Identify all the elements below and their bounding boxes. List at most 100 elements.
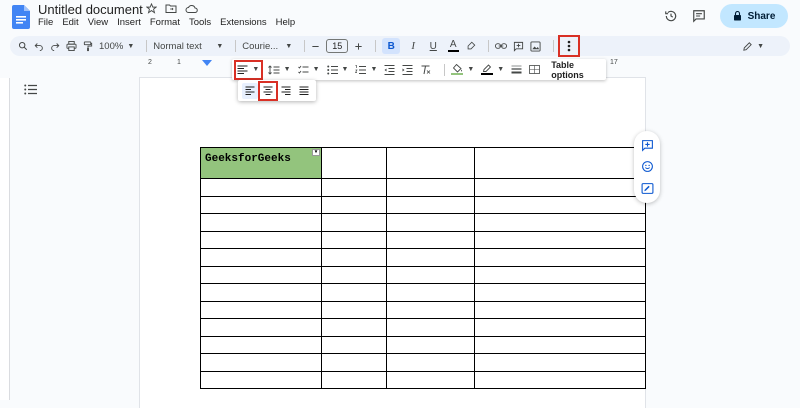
underline-button[interactable]: U — [426, 37, 440, 55]
table-cell[interactable] — [200, 213, 322, 232]
menu-format[interactable]: Format — [150, 17, 186, 28]
share-button[interactable]: Share — [720, 4, 788, 28]
align-center-option[interactable] — [258, 80, 278, 101]
table-cell[interactable] — [386, 248, 475, 267]
table-cell[interactable] — [474, 283, 646, 302]
table-cell[interactable] — [386, 178, 475, 197]
line-spacing-icon[interactable]: ▼ — [267, 62, 291, 78]
table-cell[interactable] — [474, 318, 646, 337]
cloud-status-icon[interactable] — [185, 3, 198, 14]
document-table[interactable]: GeeksforGeeks ▾ — [200, 147, 646, 389]
indent-marker-icon[interactable] — [202, 60, 212, 66]
docs-logo-icon[interactable] — [12, 5, 30, 29]
table-cell[interactable] — [321, 213, 387, 232]
search-menus-icon[interactable] — [18, 37, 28, 55]
table-cell[interactable] — [386, 353, 475, 372]
align-left-option[interactable] — [242, 82, 258, 99]
table-cell[interactable] — [200, 195, 322, 214]
table-cell[interactable] — [386, 283, 475, 302]
highlight-color-icon[interactable] — [466, 37, 476, 55]
table-cell[interactable] — [474, 300, 646, 319]
table-cell[interactable] — [474, 335, 646, 354]
bulleted-list-icon[interactable]: ▼ — [326, 62, 348, 78]
table-cell[interactable] — [200, 370, 322, 389]
table-cell[interactable] — [474, 213, 646, 232]
menu-edit[interactable]: Edit — [62, 17, 84, 28]
add-comment-icon[interactable] — [513, 37, 524, 55]
menu-tools[interactable]: Tools — [189, 17, 217, 28]
table-cell[interactable] — [474, 195, 646, 214]
more-options-icon[interactable] — [558, 35, 581, 57]
table-cell[interactable] — [386, 265, 475, 284]
table-cell[interactable] — [200, 335, 322, 354]
decrease-font-size-icon[interactable] — [311, 37, 320, 55]
table-cell[interactable] — [200, 353, 322, 372]
redo-icon[interactable] — [50, 37, 60, 55]
bold-button[interactable]: B — [382, 38, 401, 54]
move-folder-icon[interactable] — [165, 3, 177, 14]
table-cell[interactable] — [474, 370, 646, 389]
text-color-button[interactable]: A — [446, 37, 460, 55]
table-cell[interactable] — [321, 265, 387, 284]
menu-help[interactable]: Help — [276, 17, 302, 28]
table-cell[interactable] — [474, 147, 646, 179]
vertical-ruler[interactable] — [0, 78, 10, 400]
table-cell[interactable] — [321, 230, 387, 249]
table-cell[interactable] — [321, 370, 387, 389]
table-cell[interactable]: GeeksforGeeks ▾ — [200, 147, 322, 179]
align-right-option[interactable] — [278, 83, 294, 99]
table-cell[interactable] — [200, 318, 322, 337]
add-comment-icon[interactable] — [641, 139, 654, 152]
border-width-icon[interactable] — [511, 62, 522, 78]
menu-file[interactable]: File — [38, 17, 59, 28]
align-left-dropdown[interactable]: ▼ — [234, 59, 263, 80]
style-select[interactable]: Normal text ▼ — [153, 37, 223, 55]
emoji-reaction-icon[interactable] — [641, 160, 654, 173]
table-cell[interactable] — [200, 283, 322, 302]
decrease-indent-icon[interactable] — [384, 62, 395, 78]
increase-font-size-icon[interactable] — [354, 37, 363, 55]
border-dash-icon[interactable] — [529, 62, 541, 78]
table-cell[interactable] — [200, 230, 322, 249]
table-cell[interactable] — [321, 353, 387, 372]
numbered-list-icon[interactable]: ▼ — [355, 62, 377, 78]
table-cell[interactable] — [386, 335, 475, 354]
insert-link-icon[interactable] — [495, 37, 508, 55]
cell-background-color-icon[interactable]: ▼ — [451, 62, 474, 78]
table-cell[interactable] — [474, 248, 646, 267]
editing-mode-select[interactable]: ▼ — [742, 37, 764, 55]
table-cell[interactable] — [321, 248, 387, 267]
zoom-select[interactable]: 100% ▼ — [99, 37, 134, 55]
table-cell[interactable] — [321, 195, 387, 214]
table-cell[interactable] — [386, 370, 475, 389]
table-cell[interactable] — [386, 195, 475, 214]
paint-format-icon[interactable] — [83, 37, 93, 55]
table-cell[interactable] — [321, 300, 387, 319]
table-cell[interactable] — [200, 178, 322, 197]
table-cell[interactable] — [321, 283, 387, 302]
table-cell[interactable] — [474, 353, 646, 372]
table-cell[interactable] — [386, 147, 475, 179]
table-cell[interactable] — [386, 213, 475, 232]
table-cell[interactable] — [321, 335, 387, 354]
table-cell[interactable] — [386, 300, 475, 319]
table-cell[interactable] — [321, 147, 387, 179]
table-cell[interactable] — [321, 178, 387, 197]
border-color-icon[interactable]: ▼ — [481, 62, 504, 78]
insert-image-icon[interactable] — [530, 37, 541, 55]
menu-extensions[interactable]: Extensions — [220, 17, 272, 28]
table-cell[interactable] — [386, 318, 475, 337]
increase-indent-icon[interactable] — [402, 62, 413, 78]
font-size-input[interactable]: 15 — [326, 39, 349, 53]
table-cell[interactable] — [200, 265, 322, 284]
print-icon[interactable] — [66, 37, 77, 55]
comments-icon[interactable] — [692, 9, 706, 23]
menu-insert[interactable]: Insert — [117, 17, 147, 28]
suggest-edits-icon[interactable] — [641, 182, 654, 195]
star-icon[interactable] — [146, 3, 157, 14]
italic-button[interactable]: I — [406, 37, 420, 55]
table-cell[interactable] — [200, 300, 322, 319]
table-cell[interactable] — [200, 248, 322, 267]
table-cell[interactable] — [474, 178, 646, 197]
justify-option[interactable] — [296, 83, 312, 99]
